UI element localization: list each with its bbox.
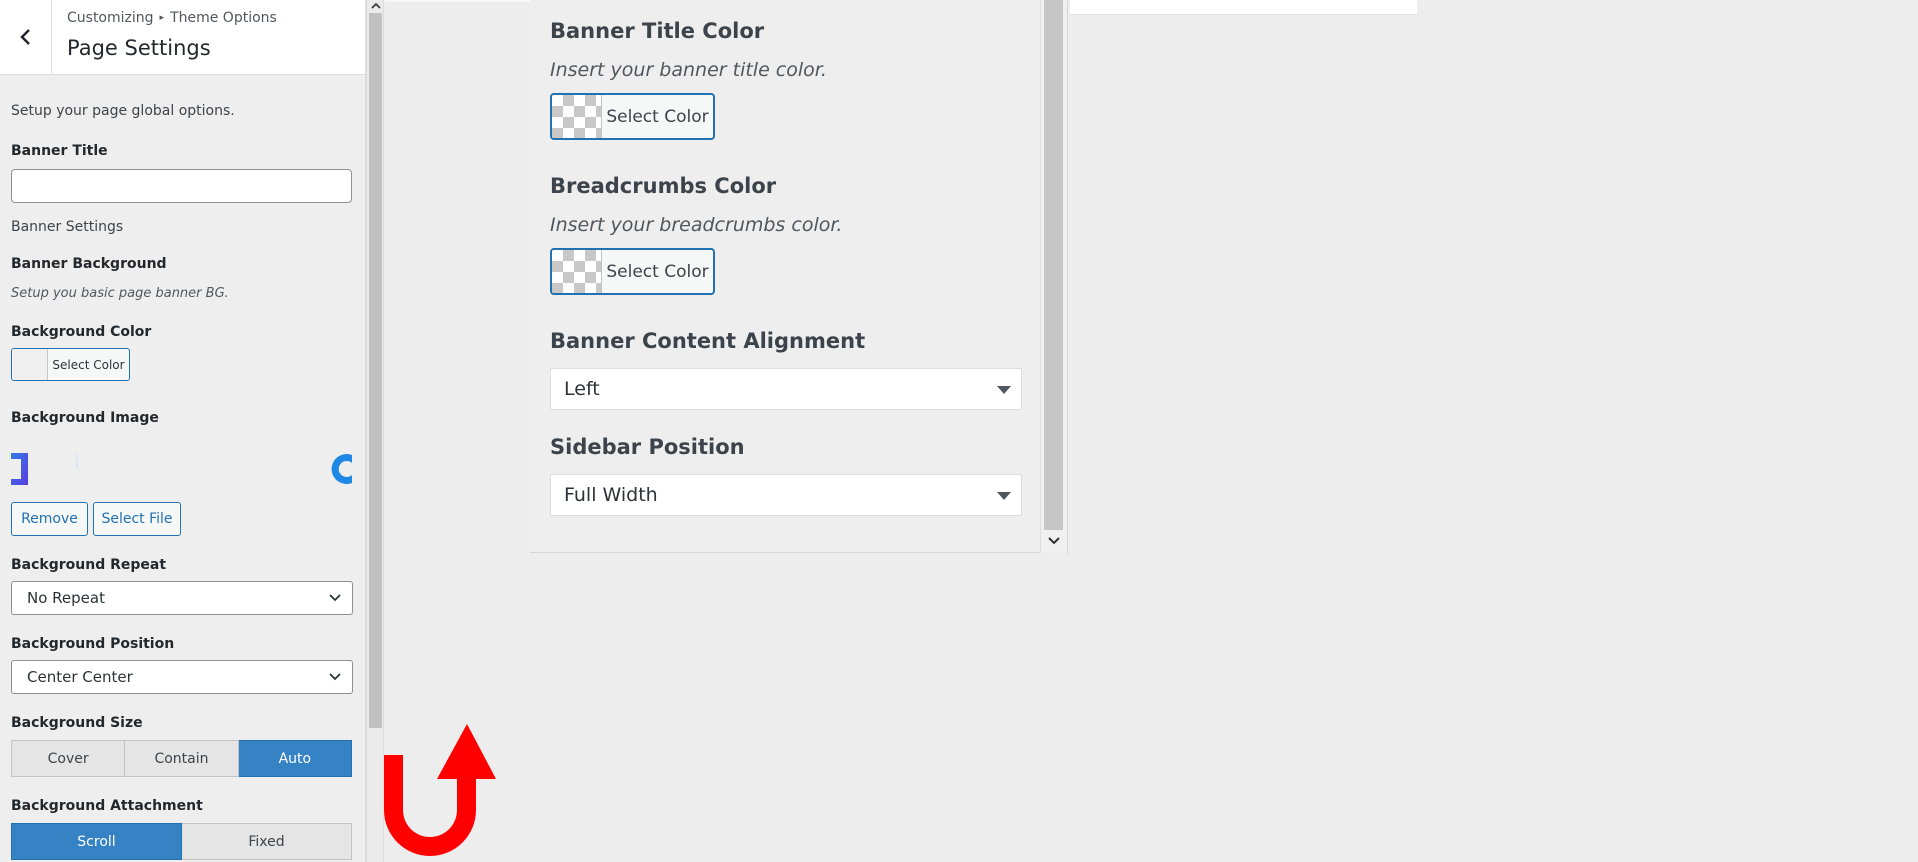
panel-header: Customizing ▸ Theme Options Page Settings xyxy=(0,0,365,75)
banner-title-label: Banner Title xyxy=(11,143,108,159)
chevron-down-icon xyxy=(1047,537,1060,545)
banner-alignment-label: Banner Content Alignment xyxy=(550,329,866,353)
chevron-down-icon xyxy=(329,673,341,681)
chevron-up-icon xyxy=(370,2,381,9)
banner-alignment-select[interactable]: Left xyxy=(550,368,1022,410)
scroll-thumb[interactable] xyxy=(1044,0,1063,530)
background-repeat-label: Background Repeat xyxy=(11,557,167,573)
banner-title-color-description: Insert your banner title color. xyxy=(550,59,827,81)
zoomed-settings-panel: Banner Title Color Insert your banner ti… xyxy=(530,0,1068,553)
background-image-preview xyxy=(11,446,352,492)
banner-background-label: Banner Background xyxy=(11,256,167,272)
attachment-option-scroll[interactable]: Scroll xyxy=(11,823,182,860)
banner-alignment-value: Left xyxy=(564,378,600,400)
banner-background-description: Setup you basic page banner BG. xyxy=(11,286,229,301)
background-repeat-select[interactable]: No Repeat xyxy=(11,581,353,615)
breadcrumb-root: Customizing xyxy=(67,10,154,26)
banner-title-input[interactable] xyxy=(11,169,352,203)
remove-button[interactable]: Remove xyxy=(11,502,88,536)
scroll-thumb[interactable] xyxy=(369,13,382,728)
red-u-turn-arrow-icon xyxy=(384,724,496,856)
chevron-left-icon xyxy=(19,29,30,45)
chevron-down-icon xyxy=(329,594,341,602)
size-option-cover[interactable]: Cover xyxy=(11,740,126,777)
background-position-label: Background Position xyxy=(11,636,175,652)
frame-top-strip xyxy=(1070,0,1417,15)
select-color-label: Select Color xyxy=(52,357,125,372)
breadcrumbs-color-picker[interactable]: Select Color xyxy=(550,248,715,295)
background-attachment-toggle: Scroll Fixed xyxy=(11,823,352,860)
image-thumbnail xyxy=(11,453,352,485)
page-title: Page Settings xyxy=(67,36,211,60)
sidebar-position-value: Full Width xyxy=(564,484,658,506)
background-color-label: Background Color xyxy=(11,324,152,340)
caret-down-icon xyxy=(997,492,1011,500)
breadcrumb-separator: ▸ xyxy=(159,13,165,23)
scroll-down-button[interactable] xyxy=(1041,531,1066,551)
scroll-up-button[interactable] xyxy=(367,0,384,12)
panel-scrollbar[interactable] xyxy=(366,0,384,862)
transparent-swatch xyxy=(552,95,602,138)
size-option-contain[interactable]: Contain xyxy=(125,740,239,777)
breadcrumb: Customizing ▸ Theme Options xyxy=(67,10,277,26)
background-attachment-label: Background Attachment xyxy=(11,798,203,814)
intro-text: Setup your page global options. xyxy=(11,103,235,119)
banner-title-color-label: Banner Title Color xyxy=(550,19,765,43)
select-color-label: Select Color xyxy=(606,106,709,127)
color-swatch xyxy=(12,349,48,380)
breadcrumbs-color-description: Insert your breadcrumbs color. xyxy=(550,214,843,236)
sidebar-position-label: Sidebar Position xyxy=(550,435,745,459)
banner-title-color-picker[interactable]: Select Color xyxy=(550,93,715,140)
size-option-auto[interactable]: Auto xyxy=(238,740,352,777)
background-repeat-value: No Repeat xyxy=(27,589,105,607)
breadcrumb-parent: Theme Options xyxy=(170,10,277,26)
background-color-picker[interactable]: Select Color xyxy=(11,348,130,381)
select-file-button[interactable]: Select File xyxy=(93,502,181,536)
background-position-select[interactable]: Center Center xyxy=(11,660,353,694)
frame-top-edge xyxy=(385,0,533,2)
background-size-label: Background Size xyxy=(11,715,143,731)
customizer-panel: Customizing ▸ Theme Options Page Settings … xyxy=(0,0,366,862)
attachment-option-fixed[interactable]: Fixed xyxy=(182,823,352,860)
caret-down-icon xyxy=(997,386,1011,394)
background-position-value: Center Center xyxy=(27,668,133,686)
breadcrumbs-color-label: Breadcrumbs Color xyxy=(550,174,777,198)
select-color-label: Select Color xyxy=(606,261,709,282)
banner-settings-heading: Banner Settings xyxy=(11,219,124,235)
background-image-label: Background Image xyxy=(11,410,159,426)
back-button[interactable] xyxy=(0,0,52,74)
zoomed-panel-scrollbar[interactable] xyxy=(1040,0,1066,553)
sidebar-position-select[interactable]: Full Width xyxy=(550,474,1022,516)
background-size-toggle: Cover Contain Auto xyxy=(11,740,352,777)
transparent-swatch xyxy=(552,250,602,293)
